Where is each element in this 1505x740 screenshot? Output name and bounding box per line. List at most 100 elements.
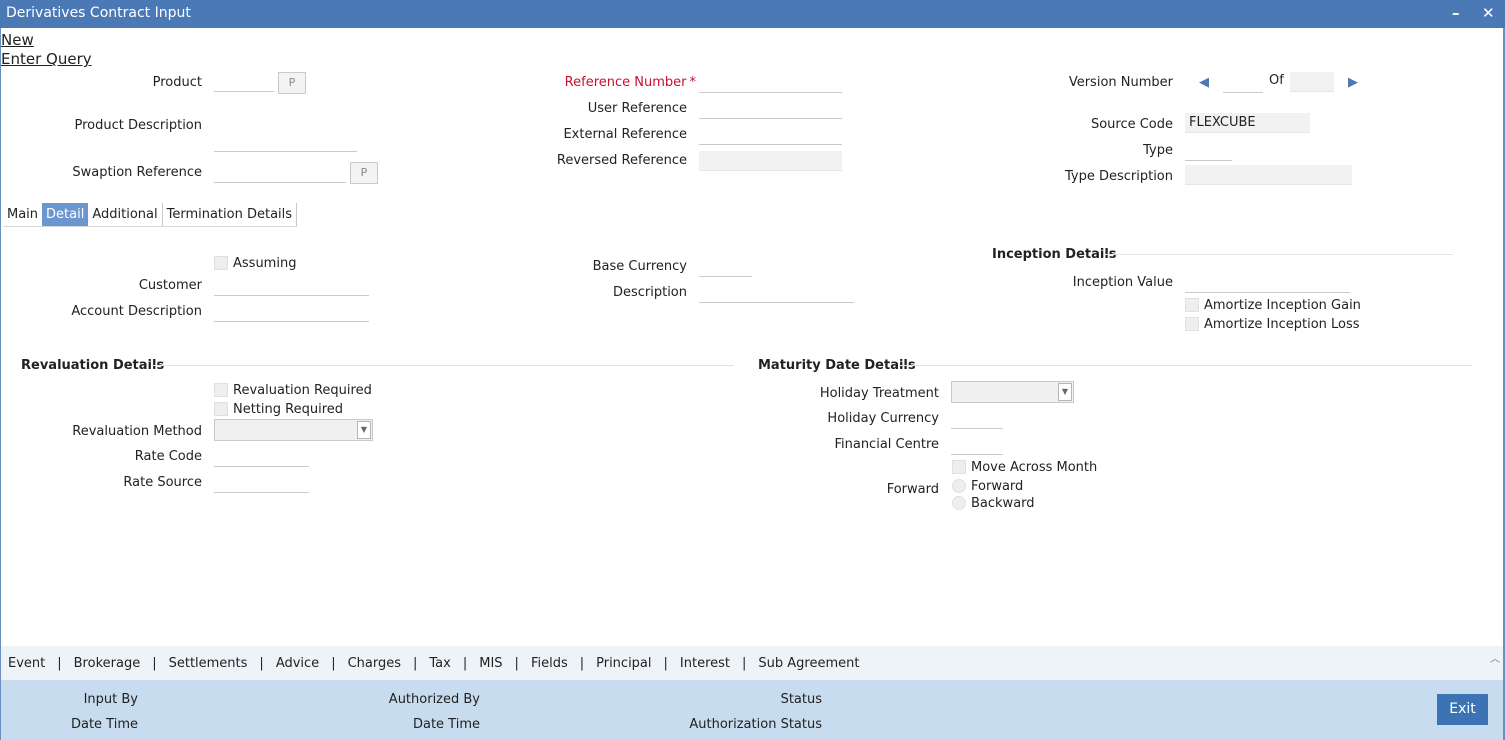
- nav-separator: |: [514, 656, 519, 671]
- backward-radio[interactable]: [952, 496, 966, 510]
- swaption-lookup-button[interactable]: P: [350, 162, 378, 184]
- chevron-up-icon[interactable]: ︿: [1490, 650, 1500, 665]
- forward-radio[interactable]: [952, 479, 966, 493]
- frame-left-border: [0, 28, 1, 740]
- type-description-field: [1185, 165, 1352, 185]
- reversed-reference-label: Reversed Reference: [556, 153, 687, 168]
- tab-main[interactable]: Main: [3, 203, 42, 226]
- inception-details-title: Inception Details: [992, 247, 1117, 262]
- authorized-by-label: Authorized By: [388, 692, 480, 707]
- subsystem-nav-bar: Event | Brokerage | Settlements | Advice | C…: [1, 646, 1503, 680]
- customer-label: Customer: [138, 278, 202, 293]
- version-number-input[interactable]: [1223, 73, 1263, 93]
- triangle-right-icon[interactable]: ▶: [1348, 75, 1358, 90]
- customer-input[interactable]: [214, 276, 369, 296]
- product-lookup-button[interactable]: P: [278, 72, 306, 94]
- nav-separator: |: [742, 656, 747, 671]
- netting-required-checkbox[interactable]: [214, 402, 228, 416]
- nav-event[interactable]: Event: [8, 656, 45, 671]
- user-reference-label: User Reference: [587, 101, 687, 116]
- reversed-reference-field: [699, 151, 842, 171]
- amortize-loss-label: Amortize Inception Loss: [1204, 317, 1360, 332]
- user-reference-input[interactable]: [699, 99, 842, 119]
- holiday-currency-label: Holiday Currency: [827, 411, 939, 426]
- reference-number-input[interactable]: [699, 73, 842, 93]
- reference-number-label-text: Reference Number: [564, 75, 687, 90]
- type-field: [1185, 141, 1232, 161]
- external-reference-input[interactable]: [699, 125, 842, 145]
- amortize-gain-label: Amortize Inception Gain: [1204, 298, 1361, 313]
- subsystem-nav-items: Event | Brokerage | Settlements | Advice | C…: [8, 656, 859, 671]
- rate-code-input[interactable]: [214, 447, 309, 467]
- maturity-details-title: Maturity Date Details: [758, 358, 916, 373]
- inception-value-input[interactable]: [1185, 273, 1350, 293]
- revaluation-method-label: Revaluation Method: [72, 424, 202, 439]
- version-number-label: Version Number: [1068, 75, 1173, 90]
- holiday-treatment-label: Holiday Treatment: [819, 386, 939, 401]
- holiday-currency-input[interactable]: [951, 409, 1003, 429]
- account-description-label: Account Description: [71, 304, 202, 319]
- new-link[interactable]: New: [1, 31, 34, 49]
- close-icon[interactable]: ✕: [1482, 4, 1495, 22]
- revaluation-required-checkbox[interactable]: [214, 383, 228, 397]
- nav-fields[interactable]: Fields: [531, 656, 568, 671]
- amortize-gain-checkbox[interactable]: [1185, 298, 1199, 312]
- status-label: Status: [780, 692, 822, 707]
- nav-separator: |: [57, 656, 62, 671]
- nav-interest[interactable]: Interest: [680, 656, 730, 671]
- nav-separator: |: [152, 656, 157, 671]
- chevron-down-icon: ▼: [1058, 383, 1072, 401]
- tab-termination-details[interactable]: Termination Details: [163, 203, 298, 226]
- nav-mis[interactable]: MIS: [479, 656, 502, 671]
- swaption-reference-label: Swaption Reference: [72, 165, 202, 180]
- revaluation-method-select[interactable]: ▼: [214, 419, 373, 441]
- window-titlebar: Derivatives Contract Input – ✕: [0, 0, 1505, 28]
- nav-tax[interactable]: Tax: [429, 656, 450, 671]
- swaption-reference-input[interactable]: [214, 163, 346, 183]
- nav-charges[interactable]: Charges: [348, 656, 401, 671]
- nav-separator: |: [462, 656, 468, 671]
- exit-button[interactable]: Exit: [1437, 694, 1488, 725]
- base-currency-label: Base Currency: [592, 259, 687, 274]
- nav-sub-agreement[interactable]: Sub Agreement: [758, 656, 859, 671]
- tab-additional[interactable]: Additional: [88, 203, 163, 226]
- assuming-checkbox[interactable]: [214, 256, 228, 270]
- product-description-label: Product Description: [74, 118, 202, 133]
- base-currency-input[interactable]: [699, 257, 752, 277]
- move-across-month-checkbox[interactable]: [952, 460, 966, 474]
- backward-option-label: Backward: [971, 496, 1035, 511]
- tab-detail[interactable]: Detail: [42, 203, 89, 226]
- product-description-field: [214, 132, 357, 152]
- nav-separator: |: [579, 656, 585, 671]
- maturity-details-divider: [899, 365, 1472, 366]
- minimize-icon[interactable]: –: [1452, 4, 1460, 22]
- assuming-label: Assuming: [233, 256, 297, 271]
- forward-group-label: Forward: [886, 482, 939, 497]
- forward-option-label: Forward: [971, 479, 1024, 494]
- nav-principal[interactable]: Principal: [596, 656, 651, 671]
- description-field: [699, 283, 854, 303]
- nav-advice[interactable]: Advice: [276, 656, 319, 671]
- account-description-field: [214, 302, 369, 322]
- version-total-field: [1290, 72, 1334, 92]
- triangle-left-icon[interactable]: ◀: [1199, 75, 1209, 90]
- amortize-loss-checkbox[interactable]: [1185, 317, 1199, 331]
- nav-settlements[interactable]: Settlements: [169, 656, 248, 671]
- rate-source-input[interactable]: [214, 473, 309, 493]
- enter-query-link[interactable]: Enter Query: [1, 50, 92, 68]
- input-by-label: Input By: [83, 692, 138, 707]
- inception-value-label: Inception Value: [1072, 275, 1173, 290]
- revaluation-required-label: Revaluation Required: [233, 383, 372, 398]
- financial-centre-input[interactable]: [951, 435, 1003, 455]
- product-input[interactable]: [214, 72, 274, 92]
- nav-brokerage[interactable]: Brokerage: [74, 656, 141, 671]
- holiday-treatment-select[interactable]: ▼: [951, 381, 1074, 403]
- input-date-time-label: Date Time: [70, 717, 138, 732]
- source-code-label: Source Code: [1090, 117, 1173, 132]
- rate-source-label: Rate Source: [123, 475, 202, 490]
- revaluation-details-divider: [152, 365, 734, 366]
- revaluation-details-title: Revaluation Details: [21, 358, 165, 373]
- external-reference-label: External Reference: [563, 127, 687, 142]
- description-label: Description: [612, 285, 687, 300]
- authorized-date-time-label: Date Time: [412, 717, 480, 732]
